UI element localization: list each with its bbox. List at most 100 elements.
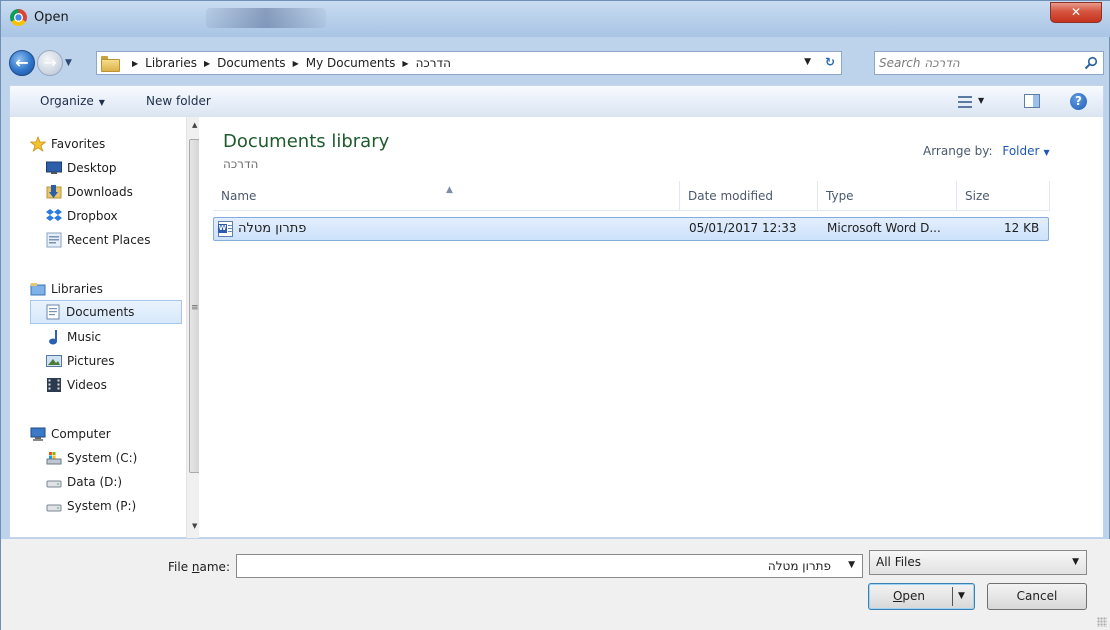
title-bar[interactable]: Open ✕ (1, 1, 1110, 37)
folder-icon (101, 56, 120, 72)
nav-item-desktop[interactable]: Desktop (46, 156, 182, 180)
file-list-pane: Documents library הדרכה Arrange by: Fold… (199, 117, 1104, 538)
downloads-folder-icon (46, 185, 62, 199)
nav-item-label: Pictures (67, 354, 115, 368)
organize-label: Organize (40, 94, 94, 108)
nav-item-music[interactable]: Music (46, 325, 182, 349)
file-name-field[interactable] (241, 557, 831, 575)
nav-libraries[interactable]: Libraries (30, 277, 202, 301)
new-folder-button[interactable]: New folder (146, 94, 211, 108)
drive-icon (46, 504, 62, 512)
nav-item-system-c[interactable]: System (C:) (46, 446, 182, 470)
drive-icon (46, 480, 62, 488)
cancel-button[interactable]: Cancel (987, 583, 1087, 610)
breadcrumb-documents[interactable]: Documents (217, 56, 285, 70)
nav-computer[interactable]: Computer (30, 422, 202, 446)
command-toolbar: Organize ▼ New folder ▼ ? (9, 85, 1104, 117)
scrollbar-grip-icon: ≡ (191, 303, 199, 313)
file-name: פתרון מטלה (238, 221, 307, 236)
nav-item-downloads[interactable]: Downloads (46, 180, 182, 204)
scroll-down-arrow-icon[interactable]: ▼ (192, 522, 197, 530)
chevron-right-icon[interactable]: ▶ (293, 59, 299, 68)
file-date-modified: 05/01/2017 12:33 (689, 221, 797, 235)
sort-ascending-icon: ▲ (446, 185, 453, 195)
nav-item-label: Videos (67, 378, 107, 392)
scroll-up-arrow-icon[interactable]: ▲ (192, 121, 197, 129)
back-button[interactable]: ← (9, 50, 35, 76)
chevron-down-icon: ▼ (98, 98, 105, 107)
file-name-dropdown-arrow-icon[interactable]: ▼ (848, 560, 855, 570)
breadcrumb-my-documents[interactable]: My Documents (306, 56, 396, 70)
nav-item-label: Music (67, 330, 102, 344)
dropbox-icon (46, 209, 62, 221)
chevron-right-icon[interactable]: ▶ (402, 59, 408, 68)
file-type-filter-select[interactable]: All Files ▼ (869, 550, 1087, 575)
file-row[interactable]: פתרון מטלה 05/01/2017 12:33 Microsoft Wo… (213, 217, 1049, 241)
view-options-dropdown[interactable]: ▼ (978, 96, 984, 105)
nav-item-label: Desktop (67, 161, 117, 175)
arrange-by: Arrange by: Folder ▼ (923, 144, 1050, 158)
close-button[interactable]: ✕ (1050, 2, 1102, 23)
file-name-label-part: File (168, 560, 192, 574)
split-divider (952, 587, 953, 606)
address-history-dropdown[interactable]: ▼ (804, 57, 811, 67)
chrome-icon (10, 9, 27, 26)
nav-libraries-label: Libraries (51, 282, 103, 296)
nav-item-recent-places[interactable]: Recent Places (46, 228, 182, 252)
chevron-right-icon[interactable]: ▶ (132, 59, 138, 68)
window-title: Open (34, 10, 69, 25)
arrange-by-dropdown[interactable]: Folder ▼ (1002, 144, 1049, 158)
breadcrumb-current-folder[interactable]: הדרכה (416, 56, 451, 70)
recent-places-icon (46, 232, 62, 248)
address-bar[interactable]: ▶ Libraries ▶ Documents ▶ My Documents ▶… (96, 51, 842, 75)
nav-item-data-d[interactable]: Data (D:) (46, 470, 182, 494)
nav-item-videos[interactable]: Videos (46, 373, 182, 397)
column-header-size[interactable]: Size (957, 181, 1050, 211)
pictures-icon (46, 355, 62, 367)
chevron-down-icon: ▼ (1043, 148, 1050, 157)
column-header-name[interactable]: Name ▲ (213, 181, 680, 211)
nav-item-label: System (P:) (67, 499, 137, 513)
back-arrow-icon: ← (15, 53, 29, 72)
refresh-icon[interactable]: ↻ (825, 55, 835, 69)
nav-favorites-label: Favorites (51, 137, 106, 151)
chevron-down-icon: ▼ (1072, 557, 1079, 567)
search-box (874, 51, 1104, 75)
search-icon[interactable] (1084, 56, 1098, 70)
open-options-dropdown[interactable]: ▼ (958, 584, 965, 609)
search-input[interactable] (879, 54, 1074, 72)
breadcrumb-libraries[interactable]: Libraries (145, 56, 197, 70)
library-subtitle: הדרכה (223, 157, 259, 171)
column-header-row: Name ▲ Date modified Type Size (213, 181, 1050, 211)
arrange-by-label: Arrange by: (923, 144, 993, 158)
preview-pane-icon[interactable] (1024, 94, 1040, 108)
column-header-date-modified[interactable]: Date modified (680, 181, 818, 211)
column-header-label: Name (221, 189, 257, 203)
star-icon (30, 136, 46, 152)
dialog-footer: File name: ▼ All Files ▼ Open ▼ Cancel (1, 539, 1110, 630)
resize-grip[interactable] (1097, 617, 1107, 627)
column-header-type[interactable]: Type (818, 181, 957, 211)
file-name-label-accelerator: n (191, 560, 200, 574)
libraries-icon (30, 283, 46, 296)
forward-button[interactable]: → (37, 50, 63, 76)
arrange-by-value: Folder (1002, 144, 1040, 158)
nav-item-pictures[interactable]: Pictures (46, 349, 182, 373)
desktop-icon (46, 161, 62, 174)
nav-item-system-p[interactable]: System (P:) (46, 494, 182, 518)
nav-item-label: Documents (66, 305, 135, 319)
help-icon[interactable]: ? (1070, 93, 1087, 110)
library-title: Documents library (223, 131, 390, 152)
organize-button[interactable]: Organize ▼ (40, 94, 105, 108)
change-view-icon[interactable] (958, 96, 972, 108)
chevron-right-icon[interactable]: ▶ (204, 59, 210, 68)
file-name-combobox: ▼ (236, 554, 863, 578)
nav-item-documents[interactable]: Documents (30, 300, 182, 324)
navigation-pane: Favorites Desktop Downloads Dropbox Rece… (9, 117, 203, 538)
nav-item-dropbox[interactable]: Dropbox (46, 204, 182, 228)
open-label-rest: pen (902, 589, 926, 603)
nav-favorites[interactable]: Favorites (30, 132, 202, 156)
recent-pages-dropdown[interactable]: ▼ (65, 58, 72, 68)
forward-arrow-icon: → (43, 53, 57, 72)
open-button[interactable]: Open ▼ (868, 583, 975, 610)
